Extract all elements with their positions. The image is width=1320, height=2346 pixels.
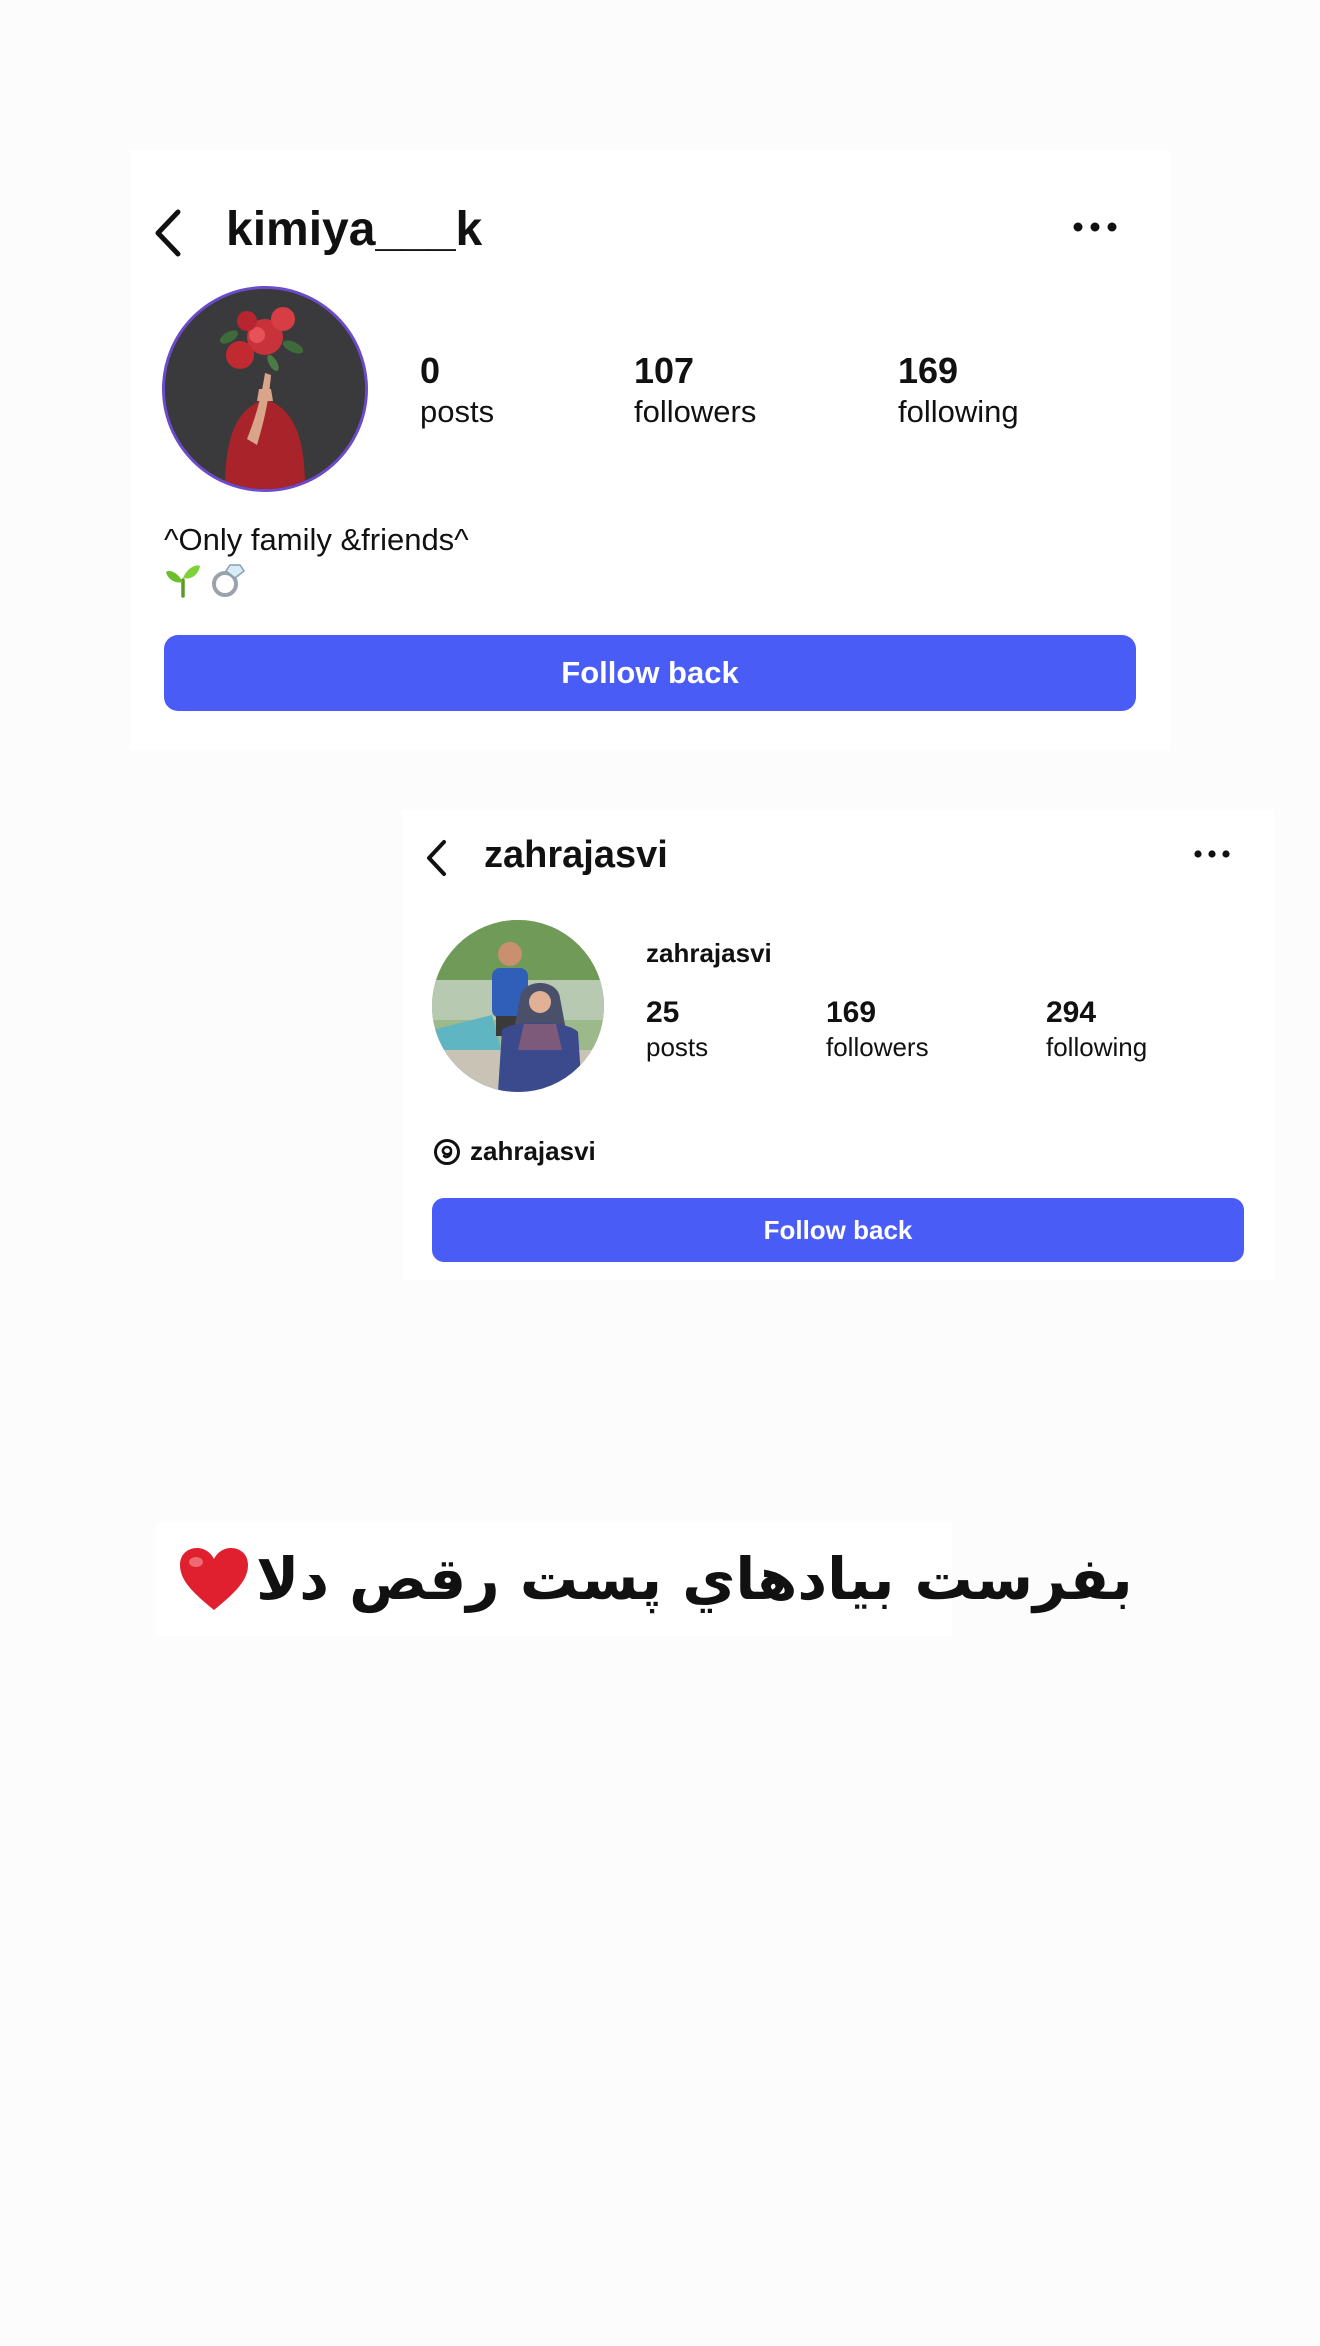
- stat-followers-label: followers: [826, 1032, 929, 1062]
- screenshot-canvas: kimiya___k 0 posts 107 followers 169 fol…: [0, 0, 1320, 2346]
- chevron-left-icon[interactable]: [424, 838, 448, 878]
- stat-following-label: following: [898, 394, 1019, 429]
- threads-handle: zahrajasvi: [470, 1136, 596, 1166]
- follow-back-button[interactable]: Follow back: [164, 635, 1136, 711]
- stat-following-label: following: [1046, 1032, 1148, 1062]
- display-name: zahrajasvi: [646, 938, 772, 968]
- profile-username: zahrajasvi: [484, 834, 668, 876]
- profile-username: kimiya___k: [226, 203, 483, 256]
- story-caption: بفرست بيادهاي پست رقص دلا: [156, 1522, 1133, 1636]
- profile-header: kimiya___k: [130, 170, 1170, 270]
- caption-text: بفرست بيادهاي پست رقص دلا: [256, 1545, 1133, 1613]
- bio-emojis: [164, 562, 246, 598]
- ring-icon: [212, 564, 246, 597]
- stat-followers[interactable]: 107 followers: [634, 350, 756, 430]
- seedling-icon: [166, 565, 200, 598]
- more-horizontal-icon[interactable]: [1192, 842, 1232, 866]
- stat-posts-label: posts: [646, 1032, 709, 1062]
- stat-following-value: 169: [898, 350, 959, 391]
- avatar-image: [165, 289, 365, 489]
- more-horizontal-icon[interactable]: [1070, 212, 1120, 242]
- avatar[interactable]: [432, 920, 604, 1092]
- stat-followers-value: 169: [826, 996, 877, 1029]
- stat-followers-label: followers: [634, 394, 757, 429]
- avatar[interactable]: [162, 286, 368, 492]
- stat-posts[interactable]: 0 posts: [420, 350, 494, 430]
- avatar-image: [432, 920, 604, 1092]
- stat-posts-value: 0: [420, 350, 441, 391]
- follow-back-button[interactable]: Follow back: [432, 1198, 1244, 1262]
- stat-posts-value: 25: [646, 996, 680, 1029]
- stat-following[interactable]: 169 following: [898, 350, 1019, 430]
- stat-following[interactable]: 294 following: [1046, 996, 1147, 1063]
- profile-bio: ^Only family &friends^: [164, 522, 469, 557]
- stat-posts[interactable]: 25 posts: [646, 996, 708, 1063]
- threads-icon: [434, 1138, 460, 1165]
- stat-followers-value: 107: [634, 350, 695, 391]
- stat-following-value: 294: [1046, 996, 1097, 1029]
- stat-posts-label: posts: [420, 394, 495, 429]
- chevron-left-icon[interactable]: [152, 208, 182, 258]
- profile-card-kimiya: kimiya___k 0 posts 107 followers 169 fol…: [130, 150, 1170, 750]
- heart-icon: [180, 1548, 248, 1610]
- threads-link[interactable]: zahrajasvi: [432, 1136, 596, 1167]
- stat-followers[interactable]: 169 followers: [826, 996, 929, 1063]
- profile-card-zahrajasvi: zahrajasvi zahrajasvi 25 posts 169 follo…: [402, 810, 1274, 1280]
